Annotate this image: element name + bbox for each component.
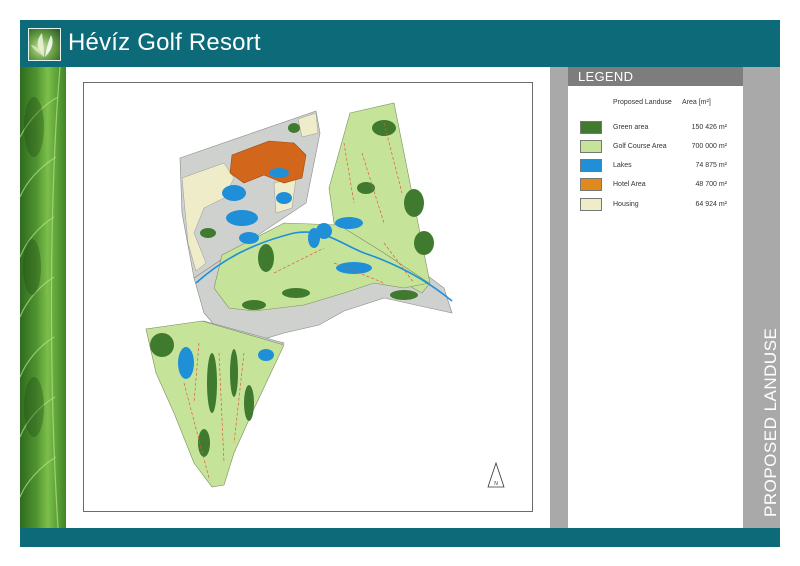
legend-swatch xyxy=(580,198,602,211)
north-arrow-icon: N xyxy=(487,461,505,488)
green-area xyxy=(282,288,310,298)
green-area xyxy=(372,120,396,136)
side-title-bar: PROPOSED LANDUSE xyxy=(743,67,780,528)
legend-label: Golf Course Area xyxy=(613,143,667,150)
footer-bar xyxy=(20,528,780,547)
green-area xyxy=(404,189,424,217)
lake xyxy=(226,210,258,226)
green-area xyxy=(230,349,238,397)
green-area xyxy=(357,182,375,194)
legend-column-landuse: Proposed Landuse xyxy=(613,99,672,106)
lake xyxy=(239,232,259,244)
page-title: Hévíz Golf Resort xyxy=(68,29,261,56)
legend-area: 48 700 m² xyxy=(695,181,727,188)
legend-header: LEGEND xyxy=(568,67,743,86)
green-area xyxy=(200,228,216,238)
legend-label: Housing xyxy=(613,201,639,208)
lake xyxy=(222,185,246,201)
green-area xyxy=(414,231,434,255)
green-area xyxy=(288,123,300,133)
legend-area: 150 426 m² xyxy=(691,124,727,131)
legend-label: Green area xyxy=(613,124,649,131)
green-area xyxy=(244,385,254,421)
divider-bar xyxy=(550,67,568,528)
legend-panel: LEGEND Proposed Landuse Area [m²] Green … xyxy=(568,67,743,528)
legend-swatch xyxy=(580,140,602,153)
site-plan-drawing: N xyxy=(145,102,505,488)
legend-area: 74 875 m² xyxy=(695,162,727,169)
legend-column-area: Area [m²] xyxy=(682,99,711,106)
site-plan-map: N xyxy=(83,82,533,512)
green-area xyxy=(242,300,266,310)
north-label: N xyxy=(494,481,498,487)
green-area xyxy=(150,333,174,357)
legend-area: 700 000 m² xyxy=(691,143,727,150)
lake xyxy=(269,168,289,178)
lake xyxy=(335,217,363,229)
lake xyxy=(178,347,194,379)
legend-item-golf-course: Golf Course Area 700 000 m² xyxy=(580,140,740,155)
resort-logo xyxy=(28,28,61,61)
legend-item-green-area: Green area 150 426 m² xyxy=(580,121,740,136)
legend-item-housing: Housing 64 924 m² xyxy=(580,198,740,213)
lake xyxy=(336,262,372,274)
lake xyxy=(308,228,320,248)
legend-swatch xyxy=(580,121,602,134)
lake xyxy=(258,349,274,361)
header-bar: Hévíz Golf Resort xyxy=(20,20,780,67)
legend-title: LEGEND xyxy=(578,69,634,84)
legend-area: 64 924 m² xyxy=(695,201,727,208)
leaf-decoration xyxy=(20,67,66,528)
legend-item-lakes: Lakes 74 875 m² xyxy=(580,159,740,174)
legend-label: Lakes xyxy=(613,162,632,169)
green-area xyxy=(258,244,274,272)
side-title: PROPOSED LANDUSE xyxy=(761,327,780,517)
legend-label: Hotel Area xyxy=(613,181,646,188)
legend-swatch xyxy=(580,159,602,172)
green-area xyxy=(390,290,418,300)
legend-swatch xyxy=(580,178,602,191)
legend-item-hotel-area: Hotel Area 48 700 m² xyxy=(580,178,740,193)
green-area xyxy=(207,353,217,413)
lake xyxy=(276,192,292,204)
